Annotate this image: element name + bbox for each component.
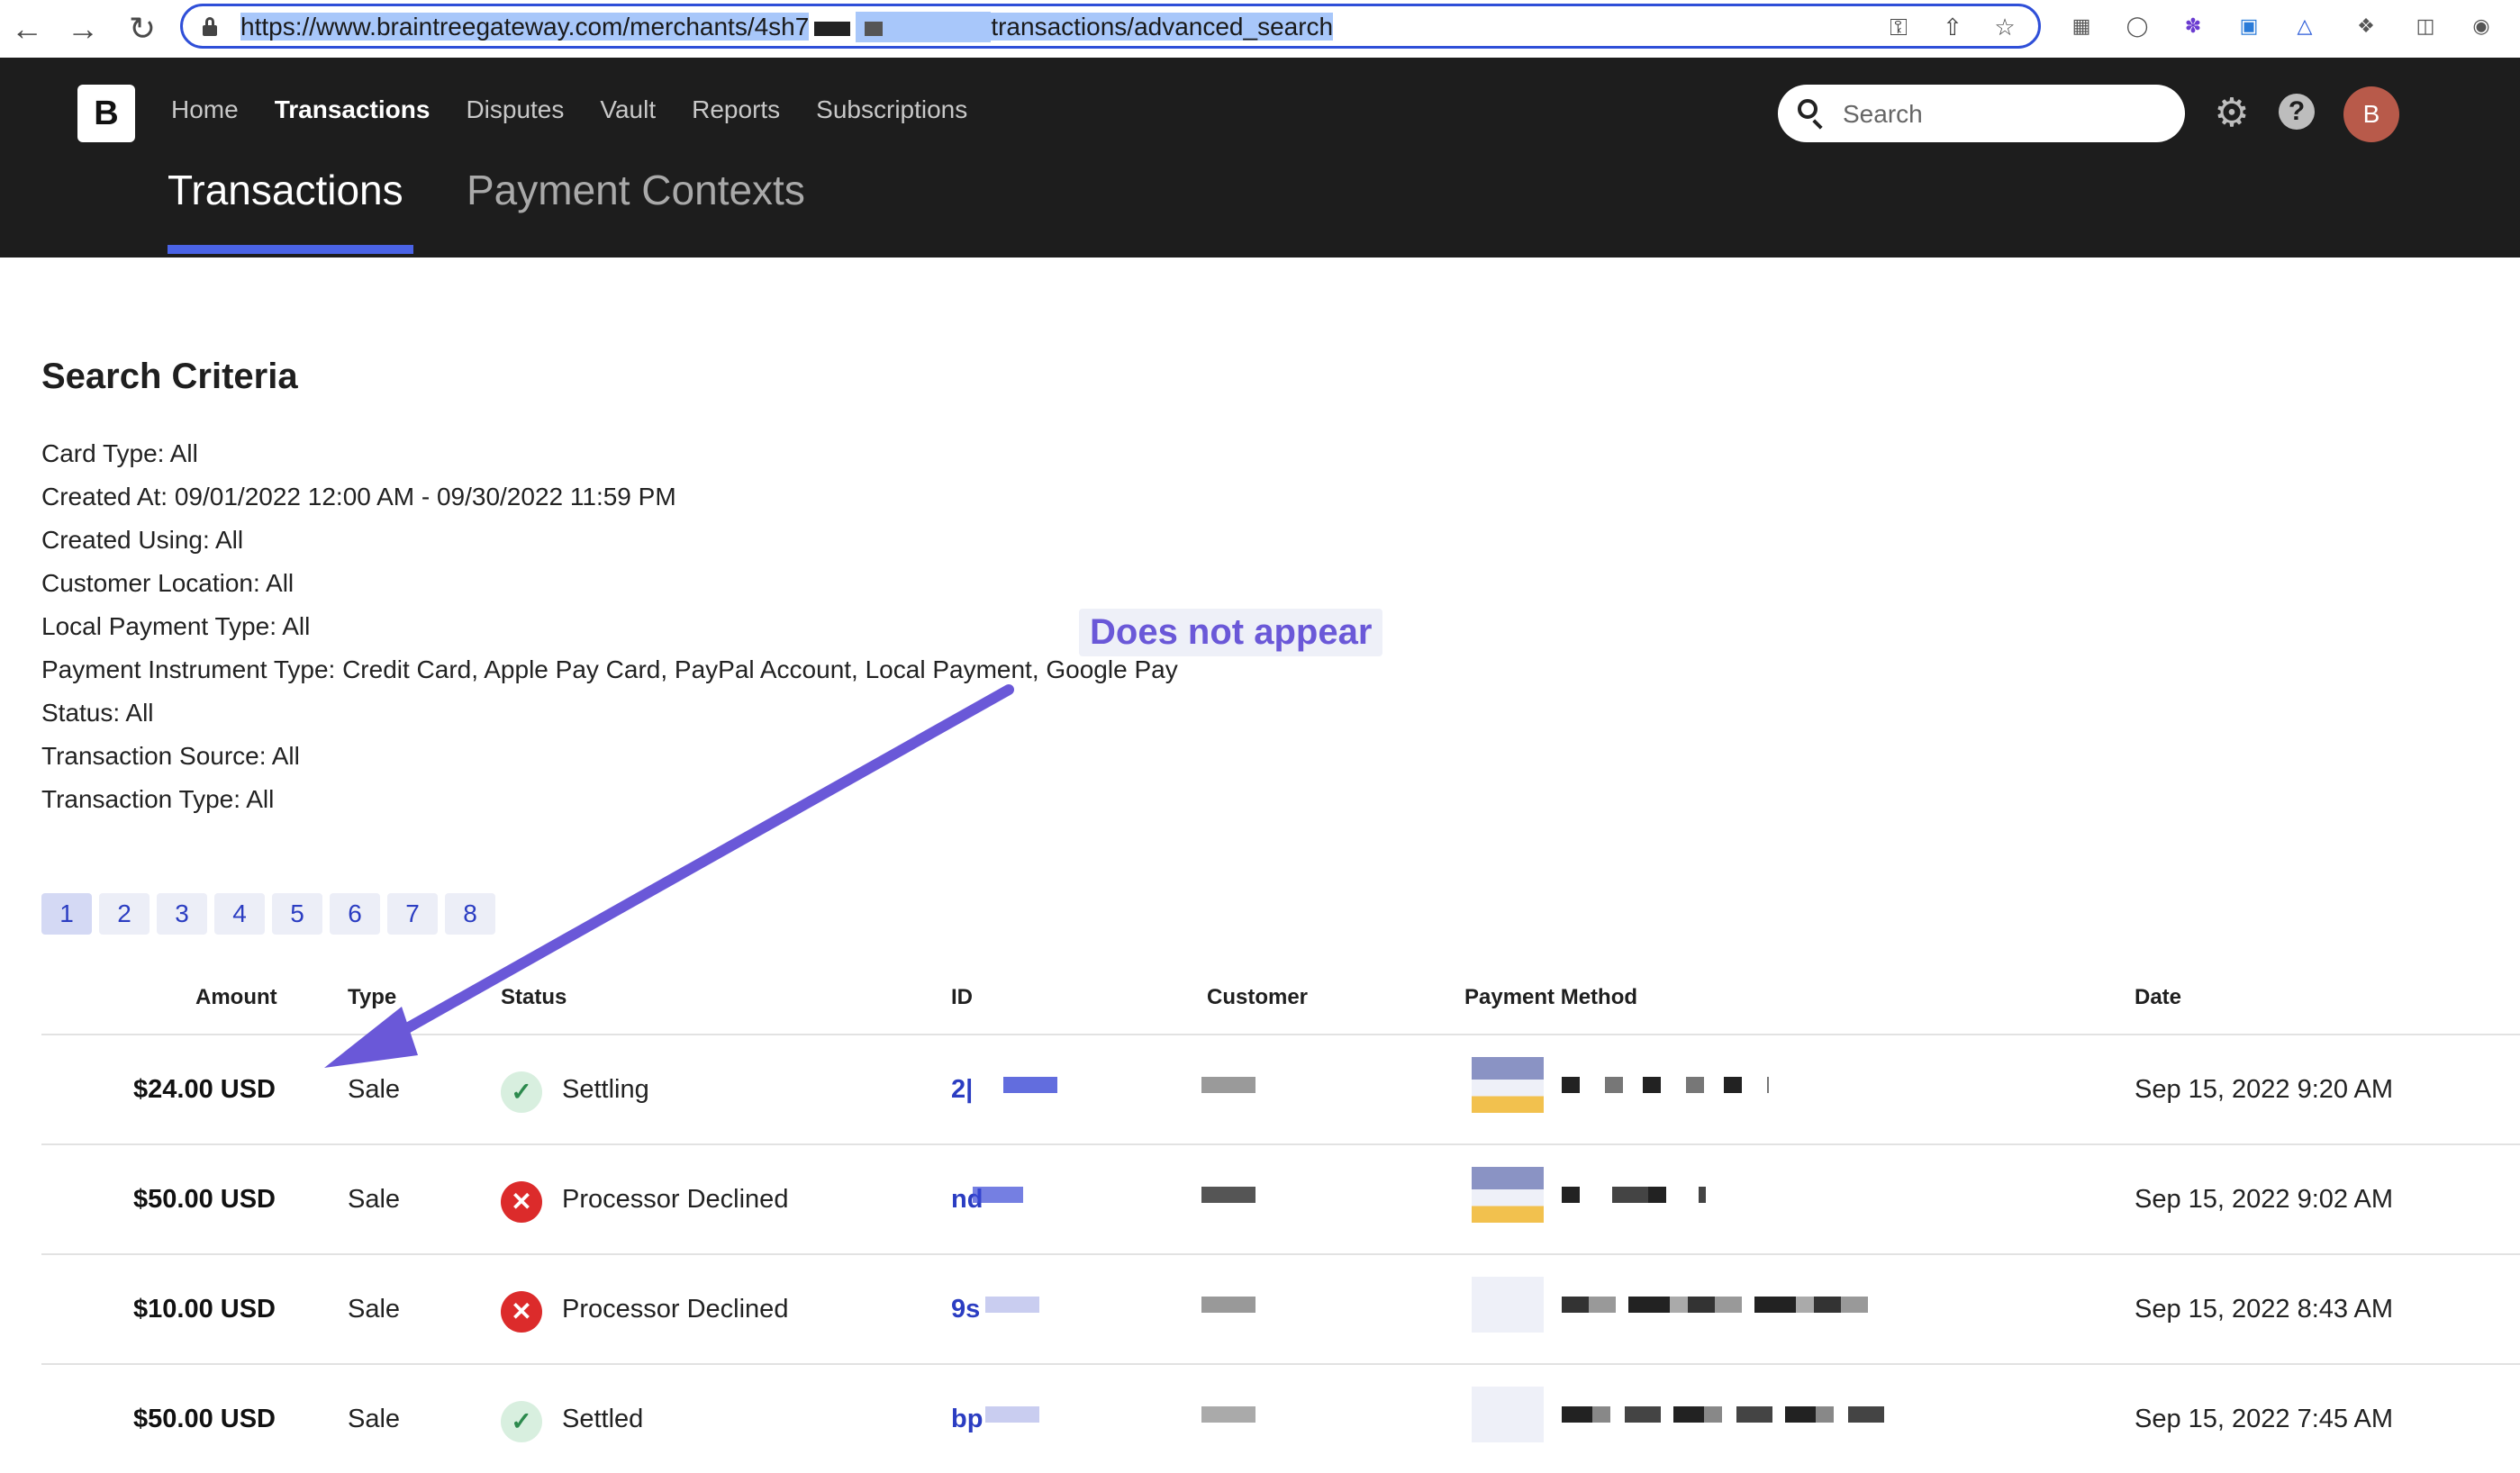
annotation-label: Does not appear [1079, 609, 1383, 656]
annotation-arrow [324, 684, 1014, 1068]
